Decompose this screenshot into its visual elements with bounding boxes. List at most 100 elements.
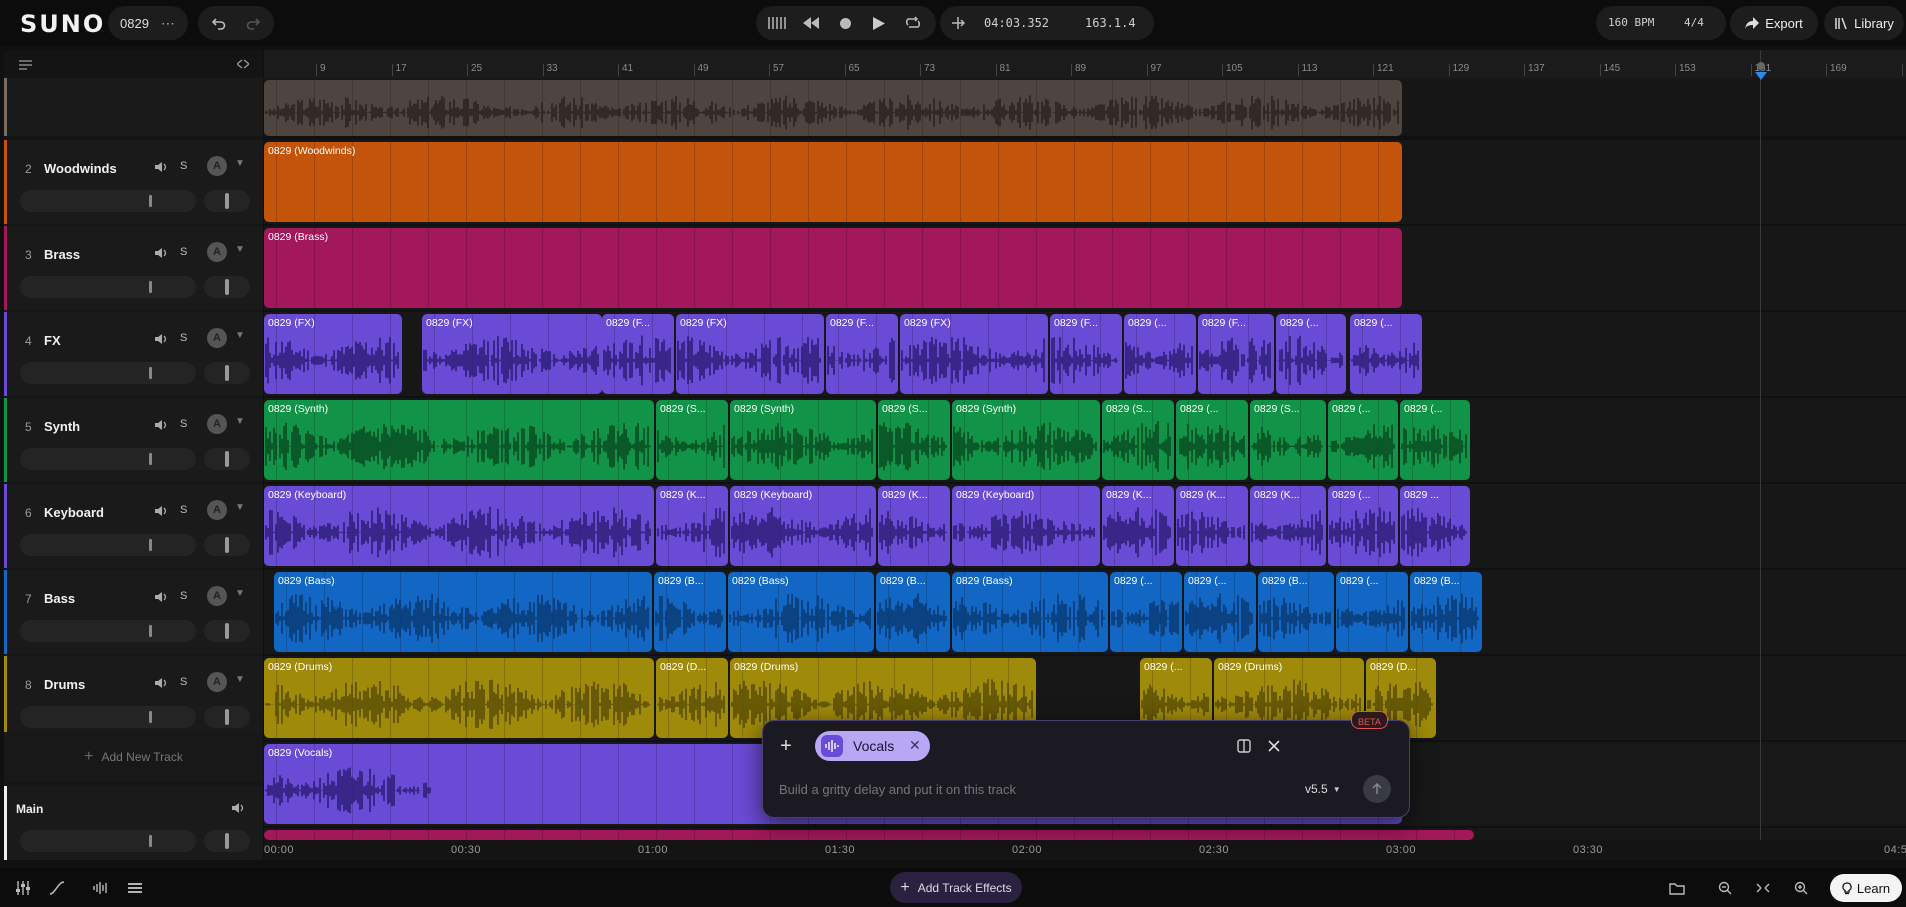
volume-thumb[interactable] [149, 367, 152, 379]
automation-avatar[interactable]: A [207, 328, 227, 348]
suno-logo[interactable]: SUNO [20, 10, 105, 38]
zoom-out-icon[interactable] [1714, 878, 1736, 898]
track-lane[interactable]: 0829 (Brass) [264, 226, 1906, 310]
audio-clip[interactable]: 0829 (Keyboard) [730, 486, 876, 566]
audio-clip[interactable]: 0829 (Woodwinds) [264, 142, 1402, 222]
audio-clip[interactable]: 0829 (Bass) [952, 572, 1108, 652]
speaker-icon[interactable] [151, 672, 173, 694]
track-lane[interactable]: 0829 (Keyboard) 0829 (K... 0829 (Keyboard)… [264, 484, 1906, 568]
main-volume-thumb[interactable] [149, 835, 152, 847]
audio-clip[interactable]: 0829 (... [1124, 314, 1196, 394]
rewind-icon[interactable] [800, 14, 822, 32]
automation-avatar[interactable]: A [207, 500, 227, 520]
audio-clip[interactable]: 0829 (Drums) [264, 658, 654, 738]
waveform-view-icon[interactable] [90, 878, 112, 898]
audio-clip[interactable]: 0829 (Synth) [952, 400, 1100, 480]
undo-icon[interactable] [208, 13, 230, 33]
volume-slider[interactable] [20, 448, 196, 470]
pan-knob[interactable] [204, 190, 250, 212]
audio-clip[interactable]: 0829 (... [1350, 314, 1422, 394]
audio-clip[interactable]: 0829 (FX) [900, 314, 1048, 394]
volume-slider[interactable] [20, 362, 196, 384]
pan-knob[interactable] [204, 706, 250, 728]
fit-zoom-icon[interactable] [1752, 878, 1774, 898]
audio-clip[interactable]: 0829 (S... [878, 400, 950, 480]
pan-thumb[interactable] [225, 279, 229, 295]
pan-thumb[interactable] [225, 623, 229, 639]
time-axis[interactable]: 00:00 00:30 01:00 01:30 02:00 02:30 03:00 03:30… [264, 840, 1906, 860]
audio-clip[interactable]: 0829 (... [1176, 400, 1248, 480]
speaker-icon[interactable] [151, 156, 173, 178]
automation-avatar[interactable]: A [207, 242, 227, 262]
add-track-effects-button[interactable]: + Add Track Effects [890, 872, 1022, 903]
audio-clip[interactable]: 0829 ... [1400, 486, 1470, 566]
pan-knob[interactable] [204, 534, 250, 556]
automation-avatar[interactable]: A [207, 414, 227, 434]
volume-slider[interactable] [20, 276, 196, 298]
pan-thumb[interactable] [225, 709, 229, 725]
play-icon[interactable] [868, 14, 890, 32]
audio-clip[interactable]: 0829 (S... [1102, 400, 1174, 480]
audio-clip[interactable]: 0829 (FX) [422, 314, 602, 394]
chevron-down-icon[interactable]: ▼ [235, 416, 245, 427]
collapse-panel-icon[interactable] [234, 56, 252, 72]
add-context-button[interactable]: + [773, 733, 799, 759]
pan-knob[interactable] [204, 620, 250, 642]
snap-icon[interactable] [948, 14, 968, 32]
zoom-in-icon[interactable] [1790, 878, 1812, 898]
track-row[interactable]: 5 Synth S A ▼ [4, 398, 263, 482]
solo-button[interactable]: S [180, 332, 187, 344]
track-row[interactable]: 8 Drums S A ▼ [4, 656, 263, 740]
volume-thumb[interactable] [149, 453, 152, 465]
time-signature[interactable]: 4/4 [1684, 16, 1704, 29]
audio-clip[interactable]: 0829 (... [1328, 400, 1398, 480]
audio-clip[interactable]: 0829 (K... [1102, 486, 1174, 566]
audio-clip[interactable]: 0829 (K... [656, 486, 728, 566]
track-lane[interactable]: 0829 (FX) 0829 (FX) 0829 (F... 0829 (FX) 082… [264, 312, 1906, 396]
solo-button[interactable]: S [180, 160, 187, 172]
pan-thumb[interactable] [225, 537, 229, 553]
track-lane[interactable]: 0829 (Woodwinds) [264, 140, 1906, 224]
audio-clip[interactable]: 0829 (F... [1198, 314, 1274, 394]
track-name[interactable]: Woodwinds [44, 161, 117, 176]
chip-close-icon[interactable]: ✕ [909, 737, 921, 754]
audio-clip[interactable]: 0829 (Keyboard) [952, 486, 1100, 566]
audio-clip[interactable]: 0829 (B... [876, 572, 950, 652]
pan-thumb[interactable] [225, 451, 229, 467]
audio-clip[interactable]: 0829 (F... [602, 314, 674, 394]
volume-thumb[interactable] [149, 625, 152, 637]
chevron-down-icon[interactable]: ▼ [235, 244, 245, 255]
volume-slider[interactable] [20, 620, 196, 642]
track-name[interactable]: FX [44, 333, 61, 348]
redo-icon[interactable] [242, 13, 264, 33]
track-row[interactable]: 6 Keyboard S A ▼ [4, 484, 263, 568]
volume-thumb[interactable] [149, 711, 152, 723]
chevron-down-icon[interactable]: ▼ [235, 330, 245, 341]
track-name[interactable]: Bass [44, 591, 75, 606]
project-selector[interactable]: 0829 ⋯ [108, 6, 188, 40]
pan-knob[interactable] [204, 276, 250, 298]
audio-clip[interactable]: 0829 (S... [1250, 400, 1326, 480]
audio-clip[interactable]: 0829 (B... [1410, 572, 1482, 652]
track-row[interactable]: 3 Brass S A ▼ [4, 226, 263, 310]
chevron-down-icon[interactable]: ▼ [235, 588, 245, 599]
list-view-icon[interactable] [124, 878, 146, 898]
volume-slider[interactable] [20, 706, 196, 728]
add-track-button[interactable]: + Add New Track [4, 732, 263, 782]
track-row[interactable]: 4 FX S A ▼ [4, 312, 263, 396]
folder-icon[interactable] [1666, 878, 1688, 898]
prompt-input[interactable] [777, 777, 1161, 801]
audio-clip[interactable]: 0829 (Keyboard) [264, 486, 654, 566]
library-button[interactable]: Library [1824, 6, 1904, 40]
solo-button[interactable]: S [180, 418, 187, 430]
audio-clip[interactable]: 0829 (D... [656, 658, 728, 738]
export-button[interactable]: Export [1730, 6, 1818, 40]
audio-clip[interactable]: 0829 (S... [656, 400, 728, 480]
pan-knob[interactable] [204, 362, 250, 384]
audio-clip[interactable]: 0829 (B... [654, 572, 726, 652]
main-pan-thumb[interactable] [225, 833, 229, 849]
chevron-down-icon[interactable]: ▼ [235, 502, 245, 513]
audio-clip[interactable]: 0829 (B... [1258, 572, 1334, 652]
bpm-value[interactable]: 160 BPM [1608, 16, 1654, 29]
automation-avatar[interactable]: A [207, 156, 227, 176]
